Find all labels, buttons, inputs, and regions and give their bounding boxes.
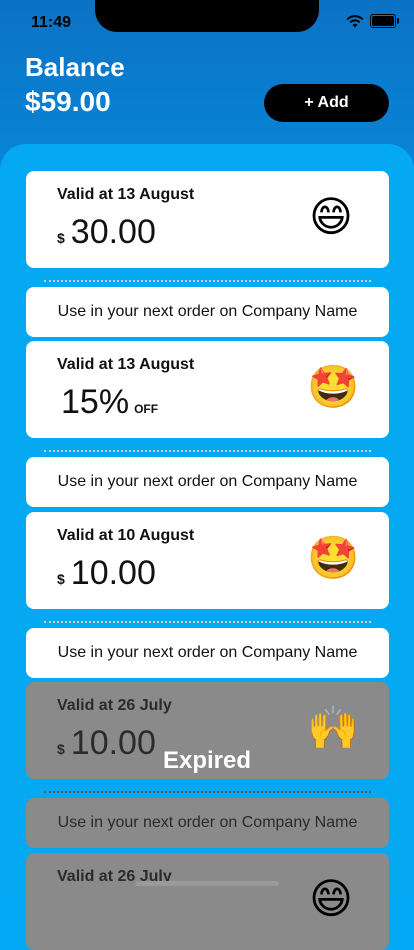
coupon-list[interactable]: Valid at 13 August $ 30.00 😄 Use in your… xyxy=(0,144,414,950)
coupon-divider xyxy=(44,621,371,623)
coupon-value: $ 10.00 xyxy=(57,554,156,593)
coupon-note: Use in your next order on Company Name xyxy=(26,457,389,507)
coupon-valid-date: Valid at 13 August xyxy=(57,356,195,373)
coupon-value: 15% OFF xyxy=(57,383,158,422)
coupon-note: Use in your next order on Company Name xyxy=(26,628,389,678)
wifi-icon xyxy=(346,14,364,27)
coupon-divider xyxy=(44,791,371,793)
balance-title: Balance xyxy=(25,52,125,82)
coupon-top: Valid at 10 August $ 10.00 🤩 xyxy=(26,512,389,609)
coupon-note: Use in your next order on Company Name xyxy=(26,287,389,337)
coupon-off-label: OFF xyxy=(134,402,159,416)
grinning-face-icon: 😄 xyxy=(309,875,353,922)
coupon-percent: 15% xyxy=(61,383,130,421)
star-struck-icon: 🤩 xyxy=(307,534,360,581)
status-bar: 11:49 xyxy=(0,0,414,44)
coupon-valid-date: Valid at 26 July xyxy=(57,697,172,714)
balance-amount: $59.00 xyxy=(25,86,111,117)
raising-hands-icon: 🙌 xyxy=(307,704,360,751)
coupon-valid-date: Valid at 10 August xyxy=(57,527,195,544)
expired-label: Expired xyxy=(162,747,252,774)
coupon-divider xyxy=(44,450,371,452)
home-indicator[interactable] xyxy=(135,881,279,886)
battery-icon xyxy=(370,14,399,28)
coupon-amount: 30.00 xyxy=(70,213,156,251)
coupon-divider xyxy=(44,280,371,282)
coupon-value: $ 30.00 xyxy=(57,213,156,252)
grinning-face-icon: 😄 xyxy=(309,193,353,240)
coupon-top: Valid at 13 August 15% OFF 🤩 xyxy=(26,341,389,438)
coupon-amount: 10.00 xyxy=(70,554,156,592)
add-button[interactable]: + Add xyxy=(264,84,389,122)
star-struck-icon: 🤩 xyxy=(307,363,360,410)
coupon-note: Use in your next order on Company Name xyxy=(26,798,389,848)
system-icons xyxy=(346,14,399,28)
device-notch xyxy=(95,0,319,32)
coupon-top: Valid at 26 July 😄 xyxy=(26,853,389,950)
status-time: 11:49 xyxy=(31,14,72,31)
coupon-currency: $ xyxy=(57,571,65,587)
coupon-valid-date: Valid at 13 August xyxy=(57,186,195,203)
coupon-currency: $ xyxy=(57,230,65,246)
coupon-top: Valid at 13 August $ 30.00 😄 xyxy=(26,171,389,268)
